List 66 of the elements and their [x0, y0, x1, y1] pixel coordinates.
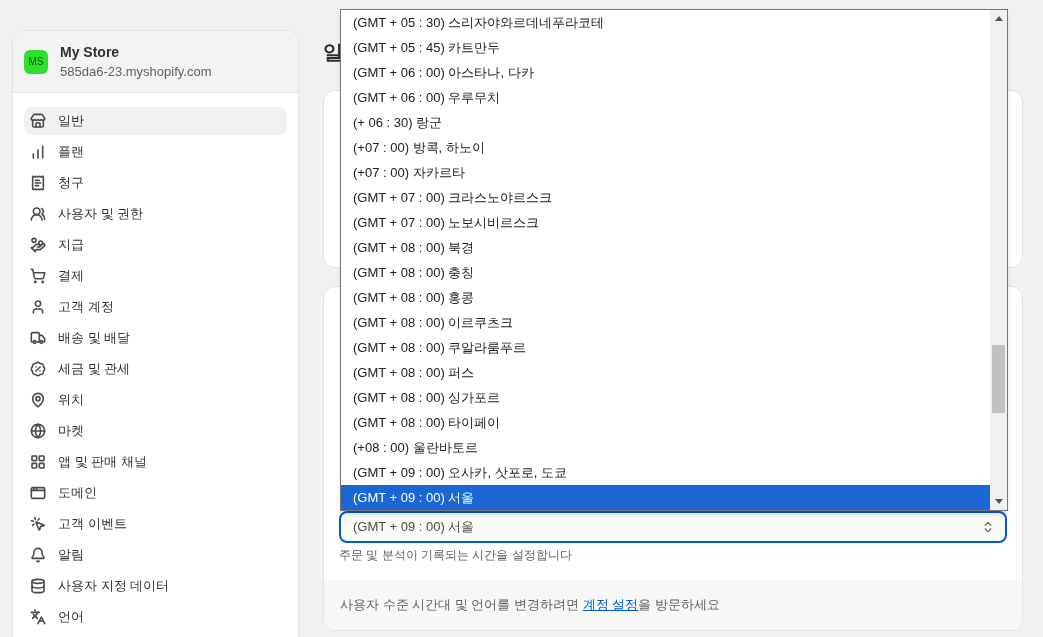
bar-chart-icon	[30, 144, 46, 160]
timezone-option[interactable]: (GMT + 07 : 00) 크라스노야르스크	[341, 185, 990, 210]
store-name: My Store	[60, 42, 121, 62]
page-title: 일	[323, 40, 343, 65]
cart-icon	[30, 268, 46, 284]
scroll-up-icon	[994, 16, 1003, 21]
sidebar-item[interactable]: 사용자 지정 데이터	[24, 572, 287, 600]
timezone-option[interactable]: (GMT + 08 : 00) 북경	[341, 235, 990, 260]
timezone-option[interactable]: (GMT + 07 : 00) 노보시비르스크	[341, 210, 990, 235]
sidebar-item[interactable]: 고객 계정	[24, 293, 287, 321]
cursor-click-icon	[30, 516, 46, 532]
bell-icon	[30, 547, 46, 563]
sidebar-item[interactable]: 지급	[24, 231, 287, 259]
timezone-option[interactable]: (GMT + 08 : 00) 이르쿠츠크	[341, 310, 990, 335]
timezone-option[interactable]: (GMT + 08 : 00) 쿠알라룸푸르	[341, 335, 990, 360]
person-icon	[30, 299, 46, 315]
globe-icon	[30, 423, 46, 439]
sidebar-item[interactable]: 위치	[24, 386, 287, 414]
users-icon	[30, 206, 46, 222]
timezone-option[interactable]: (GMT + 08 : 00) 퍼스	[341, 360, 990, 385]
timezone-option[interactable]: (GMT + 08 : 00) 싱가포르	[341, 385, 990, 410]
database-icon	[30, 578, 46, 594]
timezone-option[interactable]: (GMT + 09 : 00) 서울	[341, 485, 990, 510]
sidebar-item[interactable]: 언어	[24, 603, 287, 631]
timezone-option[interactable]: (+07 : 00) 자카르타	[341, 160, 990, 185]
grid-icon	[30, 454, 46, 470]
truck-icon	[30, 330, 46, 346]
timezone-option[interactable]: (+07 : 00) 방콕, 하노이	[341, 135, 990, 160]
timezone-option[interactable]: (GMT + 08 : 00) 충칭	[341, 260, 990, 285]
store-domain: 585da6-23.myshopify.com	[60, 62, 212, 81]
timezone-option[interactable]: (+ 06 : 30) 랑군	[341, 110, 990, 135]
sidebar-item[interactable]: 세금 및 관세	[24, 355, 287, 383]
percent-badge-icon	[30, 361, 46, 377]
timezone-option[interactable]: (+08 : 00) 울란바토르	[341, 435, 990, 460]
receipt-icon	[30, 175, 46, 191]
account-settings-link[interactable]: 계정 설정	[582, 597, 639, 613]
sidebar-item[interactable]: 앱 및 판매 채널	[24, 448, 287, 476]
map-pin-icon	[30, 392, 46, 408]
scroll-down-icon	[994, 499, 1003, 504]
sidebar-item[interactable]: 일반	[24, 107, 287, 135]
window-icon	[30, 485, 46, 501]
timezone-option[interactable]: (GMT + 05 : 30) 스리자야와르데네푸라코테	[341, 10, 990, 35]
store-avatar: MS	[24, 49, 48, 74]
sidebar-item[interactable]: 알림	[24, 541, 287, 569]
timezone-option[interactable]: (GMT + 06 : 00) 우루무치	[341, 85, 990, 110]
scrollbar[interactable]	[990, 10, 1007, 510]
scrollbar-thumb[interactable]	[992, 345, 1005, 413]
hand-coins-icon	[30, 237, 46, 253]
sidebar-item[interactable]: 고객 이벤트	[24, 510, 287, 538]
sidebar-item[interactable]: 도메인	[24, 479, 287, 507]
sidebar-item[interactable]: 배송 및 배달	[24, 324, 287, 352]
sidebar-item[interactable]: 결제	[24, 262, 287, 290]
sidebar-item[interactable]: 마켓	[24, 417, 287, 445]
timezone-option[interactable]: (GMT + 06 : 00) 아스타나, 다카	[341, 60, 990, 85]
sidebar-item[interactable]: 청구	[24, 169, 287, 197]
timezone-select[interactable]: (GMT + 09 : 00) 서울	[339, 511, 1007, 543]
helper-text: 주문 및 분석이 기록되는 시간을 설정합니다	[339, 547, 572, 564]
store-icon	[30, 113, 46, 129]
timezone-option[interactable]: (GMT + 05 : 45) 카트만두	[341, 35, 990, 60]
timezone-option[interactable]: (GMT + 08 : 00) 타이페이	[341, 410, 990, 435]
language-icon	[30, 609, 46, 625]
sidebar-item[interactable]: 사용자 및 권한	[24, 200, 287, 228]
timezone-option[interactable]: (GMT + 09 : 00) 오사카, 삿포로, 도쿄	[341, 460, 990, 485]
timezone-option[interactable]: (GMT + 08 : 00) 홍콩	[341, 285, 990, 310]
footer-note: 사용자 수준 시간대 및 언어를 변경하려면 계정 설정 을 방문하세요	[340, 596, 720, 615]
sidebar-item[interactable]: 플랜	[24, 138, 287, 166]
